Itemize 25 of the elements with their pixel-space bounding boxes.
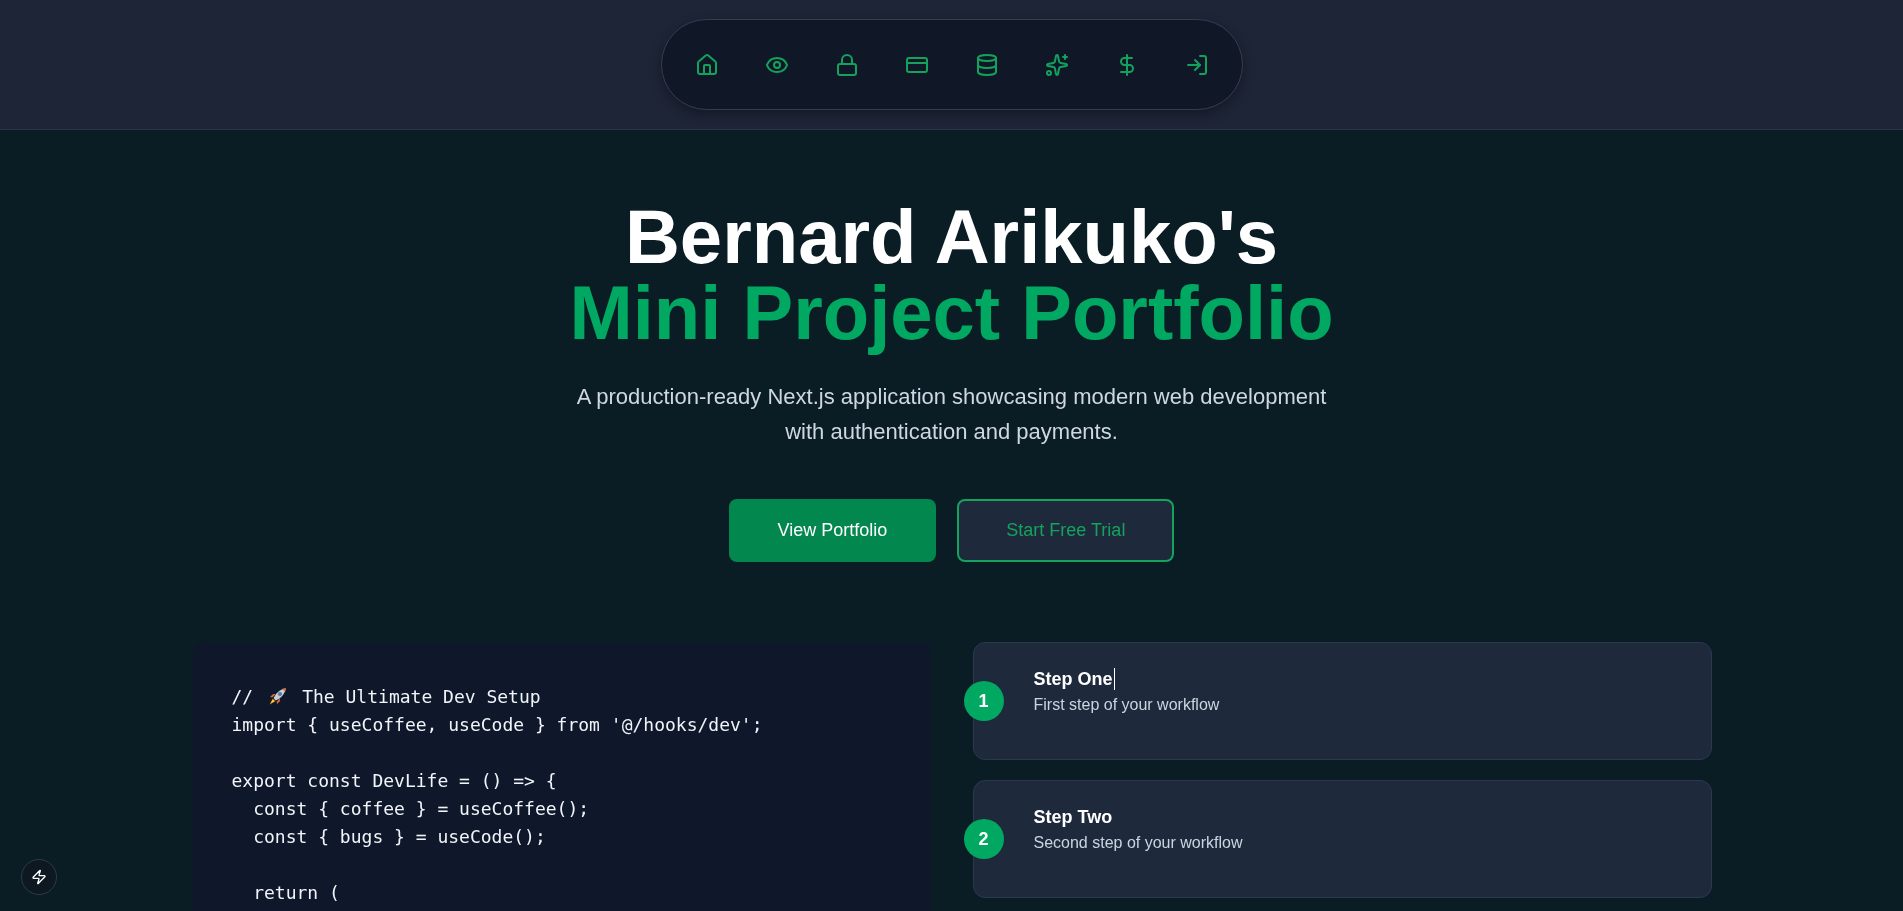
code-line: import { useCoffee, useCode } from '@/hooks/dev'; <box>231 712 763 737</box>
lock-icon[interactable] <box>834 52 859 77</box>
rocket-icon <box>267 685 289 707</box>
step-description: Second step of your workflow <box>1033 833 1244 853</box>
lightning-icon <box>31 869 47 885</box>
free-trial-button[interactable]: Start Free Trial <box>957 499 1175 562</box>
login-icon[interactable] <box>1184 52 1209 77</box>
step-title: Step Two <box>1033 806 1113 829</box>
code-line: return ( <box>253 880 340 905</box>
code-comment-marker: // <box>231 684 254 709</box>
home-icon[interactable] <box>694 52 719 77</box>
code-line: export const DevLife = () => { <box>231 768 557 793</box>
step-description: First step of your workflow <box>1033 695 1221 715</box>
step-title: Step One <box>1033 668 1113 691</box>
dev-tools-button[interactable] <box>21 859 57 895</box>
hero-subtitle: A production-ready Next.js application showcasing modern web development with authentication and payments. <box>575 383 1328 446</box>
code-line: const { coffee } = useCoffee(); <box>253 796 590 821</box>
code-line: const { bugs } = useCode(); <box>253 824 546 849</box>
step-number: 2 <box>963 819 1004 859</box>
database-icon[interactable] <box>974 52 999 77</box>
code-comment: The Ultimate Dev Setup <box>302 684 541 709</box>
sparkle-icon[interactable] <box>1044 52 1069 77</box>
view-portfolio-button[interactable]: View Portfolio <box>728 499 937 562</box>
step-number: 1 <box>963 681 1004 721</box>
hero-title: Bernard Arikuko's <box>624 199 1279 275</box>
